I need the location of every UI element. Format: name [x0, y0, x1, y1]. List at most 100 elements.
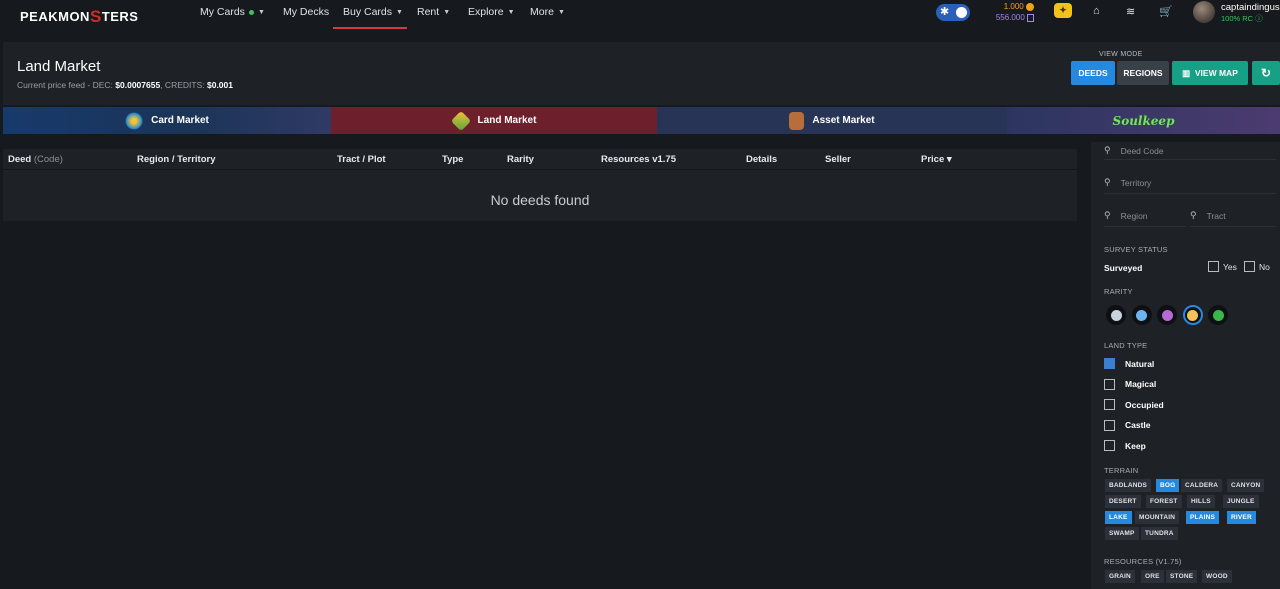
terrain-hills-tag[interactable]: HILLS [1187, 495, 1215, 508]
terrain-river-tag[interactable]: RIVER [1227, 511, 1256, 524]
refresh-icon: ↻ [1260, 66, 1272, 80]
tab-soulkeep[interactable]: Soulkeep [1007, 107, 1280, 134]
refresh-button[interactable]: ↻ [1252, 61, 1280, 85]
dec-price: $0.0007655 [115, 80, 161, 90]
surveyed-label: Surveyed [1104, 263, 1143, 273]
theme-toggle[interactable]: ✱ [936, 4, 970, 21]
tab-asset-market[interactable]: Asset Market [657, 107, 1007, 134]
resource-stone-tag[interactable]: STONE [1166, 570, 1198, 583]
deed-code-input[interactable]: ⚲ Deed Code [1104, 142, 1276, 160]
chevron-down-icon: ▼ [443, 8, 451, 16]
territory-input[interactable]: ⚲ Territory [1104, 172, 1276, 194]
rarity-legendary-option[interactable] [1182, 305, 1203, 325]
col-rarity[interactable]: Rarity [507, 154, 534, 165]
table-header: Deed (Code) Region / Territory Tract / P… [3, 149, 1077, 170]
chevron-down-icon: ▼ [257, 8, 265, 16]
nav-my-cards[interactable]: My Cards ▼ [200, 6, 265, 18]
land-market-icon [450, 110, 471, 131]
terrain-forest-tag[interactable]: FOREST [1146, 495, 1182, 508]
user-menu[interactable]: captaindingus 100% RC ⓘ [1221, 2, 1280, 24]
terrain-bog-tag[interactable]: BOG [1156, 479, 1180, 492]
col-region-territory[interactable]: Region / Territory [137, 154, 215, 165]
surveyed-yes-checkbox[interactable]: Yes [1208, 261, 1237, 272]
inbox-icon[interactable]: ⌂ [1093, 5, 1100, 17]
terrain-canyon-tag[interactable]: CANYON [1227, 479, 1265, 492]
top-navbar: PEAKMONSTERS My Cards ▼ My Decks Buy Card… [0, 0, 1280, 29]
page-title: Land Market [17, 58, 101, 75]
nav-explore[interactable]: Explore ▼ [468, 6, 515, 18]
checkbox-box [1104, 440, 1115, 451]
search-icon: ⚲ [1104, 177, 1111, 187]
search-icon: ⚲ [1190, 210, 1197, 220]
tab-land-market[interactable]: Land Market [331, 107, 657, 134]
col-resources[interactable]: Resources v1.75 [601, 154, 676, 165]
resource-credits: 100% RC ⓘ [1221, 14, 1263, 23]
rarity-common-option[interactable] [1106, 305, 1126, 325]
resource-wood-tag[interactable]: WOOD [1202, 570, 1232, 583]
empty-message: No deeds found [490, 192, 590, 208]
checkbox-box [1104, 419, 1115, 431]
col-seller[interactable]: Seller [825, 154, 851, 165]
credits-balance: 556.000 [995, 13, 1025, 22]
view-map-button[interactable]: ▥ VIEW MAP [1172, 61, 1248, 85]
search-icon: ⚲ [1104, 145, 1111, 155]
col-price[interactable]: Price ▾ [921, 154, 952, 165]
deeds-view-button[interactable]: DEEDS [1071, 61, 1115, 85]
surveyed-no-checkbox[interactable]: No [1244, 261, 1270, 272]
region-input[interactable]: ⚲ Region [1104, 205, 1186, 227]
nav-rent[interactable]: Rent ▼ [417, 6, 450, 18]
terrain-badlands-tag[interactable]: BADLANDS [1105, 479, 1152, 492]
active-nav-underline [333, 27, 407, 29]
terrain-caldera-tag[interactable]: CALDERA [1181, 479, 1223, 492]
terrain-label: TERRAIN [1104, 466, 1139, 475]
nav-my-decks[interactable]: My Decks [283, 6, 329, 18]
land-type-castle-checkbox[interactable]: Castle [1104, 419, 1151, 431]
toggle-knob [956, 7, 967, 18]
deeds-table: Deed (Code) Region / Territory Tract / P… [3, 149, 1077, 221]
regions-view-button[interactable]: REGIONS [1117, 61, 1169, 85]
rarity-mythic-option[interactable] [1208, 305, 1228, 325]
land-type-keep-checkbox[interactable]: Keep [1104, 440, 1146, 451]
tab-card-market[interactable]: Card Market [3, 107, 331, 134]
nav-buy-cards[interactable]: Buy Cards ▼ [343, 6, 403, 18]
chevron-down-icon: ▼ [507, 8, 515, 16]
rarity-rare-option[interactable] [1131, 305, 1152, 325]
land-type-magical-checkbox[interactable]: Magical [1104, 378, 1156, 390]
resources-label: RESOURCES (V1.75) [1104, 557, 1182, 566]
terrain-tundra-tag[interactable]: TUNDRA [1141, 527, 1178, 540]
terrain-jungle-tag[interactable]: JUNGLE [1223, 495, 1259, 508]
checkbox-box [1104, 358, 1115, 369]
soulkeep-logo: Soulkeep [1112, 113, 1175, 128]
credits-icon [1027, 13, 1034, 22]
cart-icon[interactable]: 🛒 [1159, 5, 1173, 18]
resource-grain-tag[interactable]: GRAIN [1105, 570, 1135, 583]
search-icon: ⚲ [1104, 210, 1111, 220]
tract-input[interactable]: ⚲ Tract [1190, 205, 1276, 227]
online-dot-icon [248, 9, 254, 15]
col-type[interactable]: Type [442, 154, 463, 165]
card-market-icon [125, 111, 144, 130]
avatar[interactable] [1193, 1, 1215, 23]
land-type-occupied-checkbox[interactable]: Occupied [1104, 399, 1164, 410]
filter-sidebar: ⚲ Deed Code ⚲ Territory ⚲ Region ⚲ Tract… [1091, 142, 1280, 589]
terrain-desert-tag[interactable]: DESERT [1105, 495, 1141, 508]
col-tract-plot[interactable]: Tract / Plot [337, 154, 386, 165]
terrain-plains-tag[interactable]: PLAINS [1186, 511, 1220, 524]
peakmonsters-logo[interactable]: PEAKMONSTERS [20, 6, 138, 26]
land-type-natural-checkbox[interactable]: Natural [1104, 358, 1154, 369]
chat-icon[interactable]: ✦ [1054, 3, 1072, 18]
terrain-swamp-tag[interactable]: SWAMP [1105, 527, 1139, 540]
sort-down-icon: ▾ [946, 154, 952, 165]
balance-display[interactable]: 1.000 556.000 [984, 1, 1034, 23]
col-deed[interactable]: Deed (Code) [8, 154, 63, 165]
col-details[interactable]: Details [746, 154, 777, 165]
rarity-epic-option[interactable] [1157, 305, 1177, 325]
terrain-mountain-tag[interactable]: MOUNTAIN [1135, 511, 1180, 524]
terrain-lake-tag[interactable]: LAKE [1105, 511, 1132, 524]
username: captaindingus [1221, 2, 1280, 13]
chevron-down-icon: ▼ [557, 8, 565, 16]
nav-more[interactable]: More ▼ [530, 6, 565, 18]
layers-icon[interactable]: ≋ [1126, 5, 1135, 18]
checkbox-box [1208, 261, 1219, 272]
resource-ore-tag[interactable]: ORE [1141, 570, 1164, 583]
